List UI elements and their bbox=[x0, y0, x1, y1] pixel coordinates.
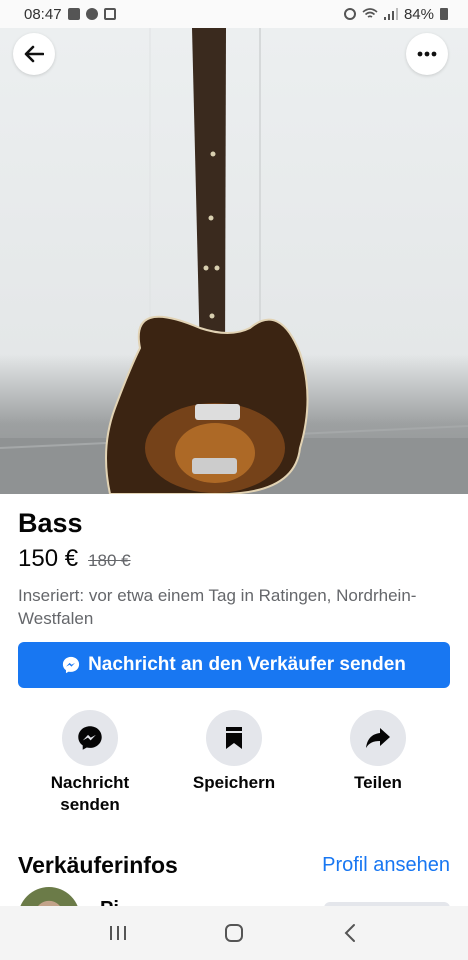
action-share[interactable]: Teilen bbox=[308, 710, 448, 794]
home-icon bbox=[225, 924, 243, 942]
seller-info-heading: Verkäuferinfos bbox=[18, 852, 178, 878]
listing-photo[interactable] bbox=[0, 28, 468, 494]
messenger-icon bbox=[78, 726, 102, 750]
wifi-icon bbox=[362, 8, 378, 18]
message-seller-button[interactable]: Nachricht an den Verkäufer senden bbox=[18, 642, 450, 688]
alarm-icon bbox=[343, 8, 356, 20]
facebook-icon bbox=[85, 8, 98, 20]
old-price: 180 € bbox=[88, 551, 131, 570]
messenger-icon bbox=[62, 656, 80, 674]
listing-title: Bass bbox=[18, 508, 83, 538]
back-nav-icon bbox=[344, 924, 355, 942]
action-save[interactable]: Speichern bbox=[164, 710, 304, 794]
camera-icon bbox=[103, 8, 116, 20]
gallery-icon bbox=[67, 8, 80, 20]
bookmark-icon bbox=[226, 727, 242, 749]
view-profile-link[interactable]: Profil ansehen bbox=[322, 854, 450, 877]
recent-apps-icon bbox=[110, 926, 126, 940]
system-nav-bar bbox=[0, 906, 468, 960]
share-icon bbox=[366, 728, 390, 748]
back-button[interactable] bbox=[13, 33, 55, 75]
price: 150 € bbox=[18, 545, 79, 572]
action-label: Speichern bbox=[192, 773, 276, 792]
more-dots-icon bbox=[417, 51, 437, 57]
message-seller-label: Nachricht an den Verkäufer senden bbox=[88, 654, 406, 675]
action-label: Nachricht senden bbox=[50, 773, 130, 814]
price-row: 150 € 180 € bbox=[18, 545, 131, 573]
battery-icon bbox=[440, 8, 448, 20]
arrow-left-icon bbox=[24, 45, 44, 63]
action-icon-bg bbox=[62, 710, 118, 766]
status-time: 08:47 bbox=[24, 5, 62, 23]
recent-apps-button[interactable] bbox=[98, 913, 138, 953]
status-bar-left: 08:47 bbox=[24, 6, 116, 23]
listing-meta: Inseriert: vor etwa einem Tag in Ratinge… bbox=[18, 586, 417, 628]
home-button[interactable] bbox=[214, 913, 254, 953]
guitar-photo bbox=[0, 28, 468, 494]
action-label: Teilen bbox=[354, 773, 402, 792]
back-nav-button[interactable] bbox=[330, 913, 370, 953]
action-icon-bg bbox=[350, 710, 406, 766]
signal-icon bbox=[383, 8, 398, 20]
battery-level: 84% bbox=[403, 5, 434, 23]
status-bar: 08:47 84% bbox=[0, 0, 468, 28]
more-options-button[interactable] bbox=[406, 33, 448, 75]
action-send-message[interactable]: Nachricht senden bbox=[20, 710, 160, 816]
action-icon-bg bbox=[206, 710, 262, 766]
status-bar-right: 84% bbox=[343, 5, 448, 23]
